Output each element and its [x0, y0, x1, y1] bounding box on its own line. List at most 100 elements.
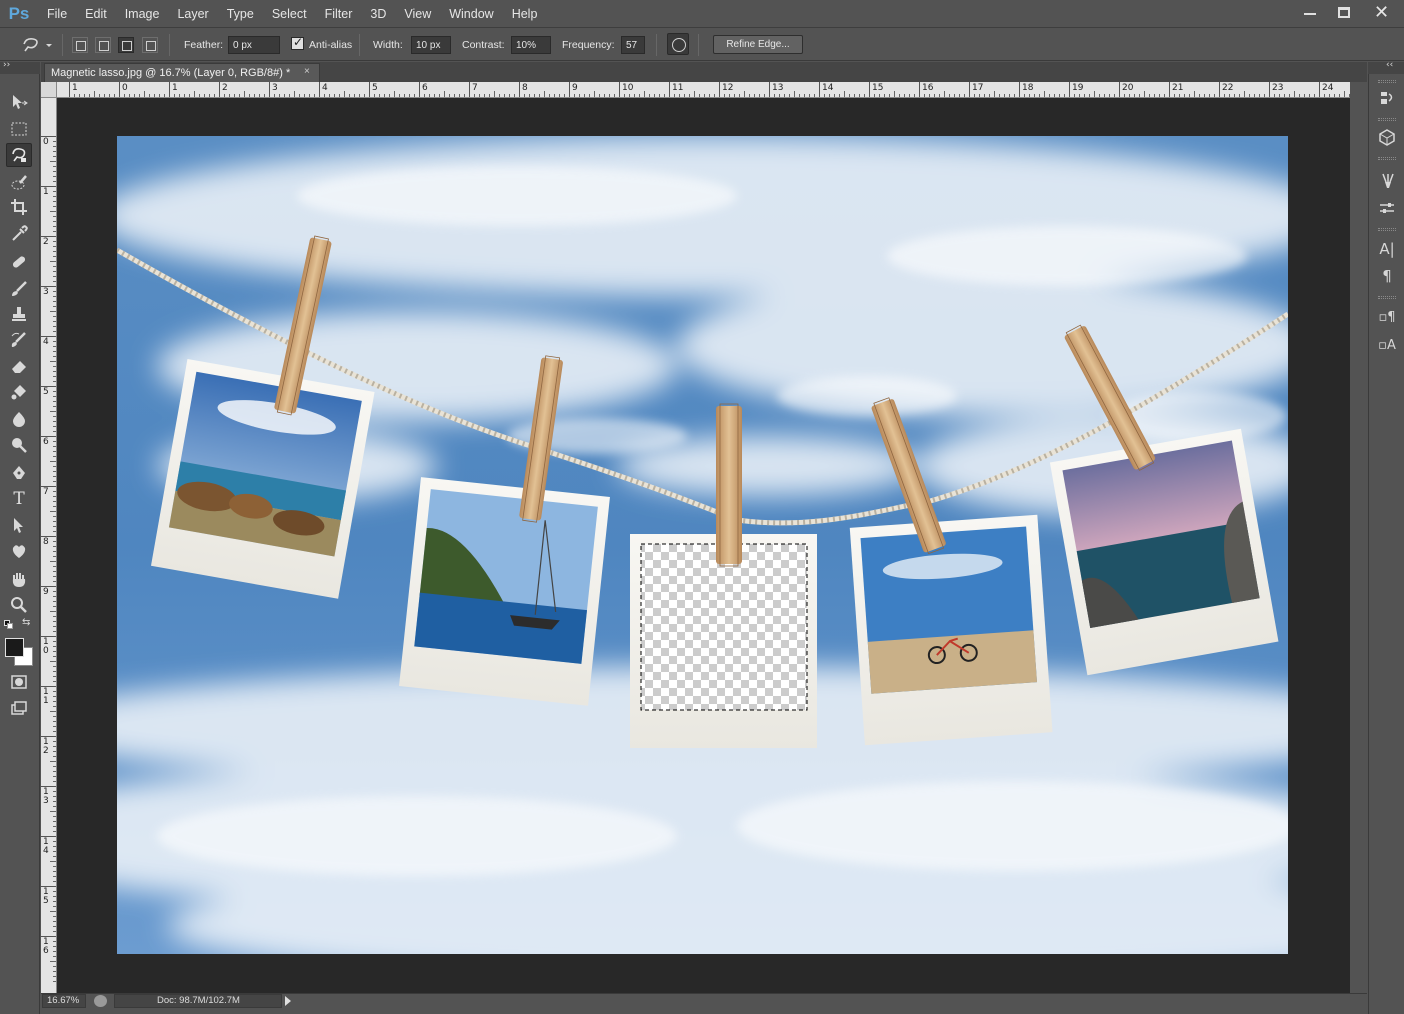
menu-window[interactable]: Window: [440, 0, 502, 28]
new-selection-button[interactable]: [72, 37, 88, 53]
dodge-tool-icon[interactable]: [6, 433, 32, 457]
options-bar: Feather: 0 px: [0, 29, 1404, 61]
antialias-checkbox[interactable]: [291, 37, 304, 50]
ruler-tick: [219, 82, 220, 98]
marquee-tool-icon[interactable]: [6, 117, 32, 141]
menu-select[interactable]: Select: [263, 0, 316, 28]
ruler-minor-tick: [1044, 91, 1045, 98]
ruler-minor-tick: [444, 91, 445, 98]
paragraph-styles-icon[interactable]: ▫¶: [1376, 306, 1398, 328]
gradient-tool-icon[interactable]: [6, 380, 32, 404]
close-tab-icon[interactable]: ×: [304, 64, 316, 80]
magnetic-lasso-tool-icon[interactable]: [6, 143, 32, 167]
pen-tool-icon[interactable]: [6, 461, 32, 485]
menu-filter[interactable]: Filter: [316, 0, 362, 28]
document-tab[interactable]: Magnetic lasso.jpg @ 16.7% (Layer 0, RGB…: [44, 63, 320, 82]
minimize-icon[interactable]: [1304, 13, 1316, 15]
ruler-minor-tick: [50, 211, 57, 212]
pen-pressure-icon[interactable]: [667, 33, 689, 55]
menu-image[interactable]: Image: [116, 0, 169, 28]
photoshop-logo: Ps: [0, 0, 38, 28]
quick-mask-icon[interactable]: [6, 670, 32, 694]
ruler-label: 8: [43, 538, 51, 547]
status-menu-arrow-icon[interactable]: [285, 996, 291, 1006]
menu-help[interactable]: Help: [503, 0, 547, 28]
character-styles-icon[interactable]: ▫A: [1376, 334, 1398, 356]
ruler-origin[interactable]: [41, 82, 57, 98]
add-to-selection-button[interactable]: [95, 37, 111, 53]
status-info-icon[interactable]: [94, 995, 107, 1007]
move-tool-icon[interactable]: [6, 90, 32, 114]
ruler-minor-tick: [694, 91, 695, 98]
eraser-tool-icon[interactable]: [6, 354, 32, 378]
zoom-tool-icon[interactable]: [6, 593, 32, 617]
quick-selection-tool-icon[interactable]: [6, 171, 32, 195]
3d-panel-icon[interactable]: [1376, 126, 1398, 148]
panel-dock-collapse-bar[interactable]: ‹‹: [1368, 62, 1404, 74]
type-tool-icon[interactable]: T: [6, 487, 32, 511]
menu-type[interactable]: Type: [218, 0, 263, 28]
vertical-scrollbar[interactable]: [1350, 82, 1367, 993]
frequency-label: Frequency:: [562, 39, 615, 51]
brush-tool-icon[interactable]: [6, 277, 32, 301]
selection-area[interactable]: [641, 544, 807, 710]
ruler-minor-tick: [544, 91, 545, 98]
document-canvas[interactable]: [117, 136, 1288, 954]
ruler-tick: [419, 82, 420, 98]
default-colors-icon[interactable]: [4, 620, 14, 630]
ruler-minor-tick: [50, 461, 57, 462]
menu-edit[interactable]: Edit: [76, 0, 116, 28]
width-input[interactable]: 10 px: [411, 36, 451, 54]
menu-layer[interactable]: Layer: [168, 0, 217, 28]
crop-tool-icon[interactable]: [6, 195, 32, 219]
ruler-minor-tick: [394, 91, 395, 98]
frequency-input[interactable]: 57: [621, 36, 645, 54]
ruler-label: 5: [43, 388, 51, 397]
tool-preset-icon[interactable]: [20, 35, 52, 55]
ruler-tick: [319, 82, 320, 98]
menu-view[interactable]: View: [395, 0, 440, 28]
screen-mode-icon[interactable]: [6, 697, 32, 721]
menu-file[interactable]: File: [38, 0, 76, 28]
eyedropper-tool-icon[interactable]: [6, 222, 32, 246]
ruler-label: 15: [872, 83, 883, 93]
window-controls: ✕: [1290, 0, 1404, 28]
subtract-from-selection-button[interactable]: [118, 37, 134, 53]
feather-input[interactable]: 0 px: [228, 36, 280, 54]
close-icon[interactable]: ✕: [1374, 3, 1392, 23]
adjustments-panel-icon[interactable]: [1376, 197, 1398, 219]
ruler-minor-tick: [944, 91, 945, 98]
ruler-tick: [119, 82, 120, 98]
paragraph-panel-icon[interactable]: ¶: [1376, 265, 1398, 287]
ruler-label: 2: [43, 238, 51, 247]
ruler-tick: [269, 82, 270, 98]
intersect-selection-button[interactable]: [142, 37, 158, 53]
healing-brush-tool-icon[interactable]: [6, 250, 32, 274]
ruler-tick: [369, 82, 370, 98]
ruler-tick: [869, 82, 870, 98]
path-selection-tool-icon[interactable]: [6, 513, 32, 537]
toolbar-collapse-bar[interactable]: ››: [0, 62, 40, 74]
blur-tool-icon[interactable]: [6, 407, 32, 431]
refine-edge-button[interactable]: Refine Edge...: [713, 35, 803, 54]
maximize-icon[interactable]: [1338, 7, 1350, 18]
foreground-color-swatch[interactable]: [5, 638, 24, 657]
swap-colors-icon[interactable]: ⇆: [22, 617, 30, 628]
menu-3d[interactable]: 3D: [361, 0, 395, 28]
vertical-ruler[interactable]: 012345678910111213141516: [41, 98, 57, 993]
contrast-input[interactable]: 10%: [511, 36, 551, 54]
hand-tool-icon[interactable]: [6, 567, 32, 591]
ruler-label: 16: [43, 938, 51, 956]
ruler-minor-tick: [50, 411, 57, 412]
ruler-minor-tick: [50, 811, 57, 812]
horizontal-ruler[interactable]: 1012345678910111213141516171819202122232…: [57, 82, 1350, 98]
history-brush-tool-icon[interactable]: [6, 328, 32, 352]
ruler-label: 2: [222, 83, 228, 93]
horizontal-scrollbar[interactable]: [41, 1009, 1350, 1014]
clone-stamp-tool-icon[interactable]: [6, 302, 32, 326]
history-panel-icon[interactable]: [1376, 87, 1398, 109]
character-panel-icon[interactable]: A|: [1376, 238, 1398, 260]
zoom-level-field[interactable]: 16.67%: [42, 994, 86, 1008]
brush-presets-icon[interactable]: [1376, 170, 1398, 192]
custom-shape-tool-icon[interactable]: [6, 539, 32, 563]
